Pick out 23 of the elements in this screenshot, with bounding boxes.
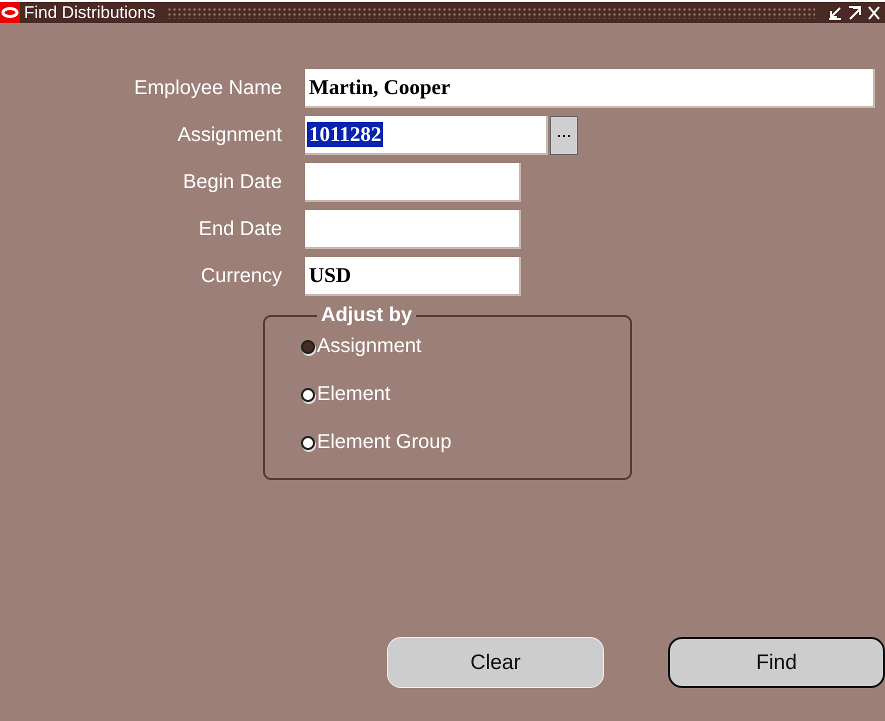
field-label: End Date bbox=[198, 218, 282, 241]
minimize-icon[interactable] bbox=[827, 4, 843, 20]
group-title: Adjust by bbox=[320, 304, 414, 327]
text-field[interactable]: Martin, Cooper bbox=[305, 69, 875, 108]
ellipsis-icon bbox=[558, 134, 570, 138]
dialog-button[interactable]: Find bbox=[668, 637, 885, 688]
radio-option[interactable]: Element bbox=[301, 383, 630, 406]
field-label: Employee Name bbox=[134, 77, 282, 100]
logo-icon bbox=[0, 2, 20, 23]
text-field[interactable]: 1011282 bbox=[305, 116, 548, 155]
dialog-button[interactable]: Clear bbox=[387, 637, 604, 688]
text-field[interactable] bbox=[305, 163, 521, 202]
radio-option[interactable]: Assignment bbox=[301, 335, 630, 358]
field-label: Currency bbox=[200, 265, 282, 288]
list-button[interactable] bbox=[550, 116, 578, 155]
field-label: Begin Date bbox=[183, 171, 282, 194]
text-field[interactable] bbox=[305, 210, 521, 249]
window-title: Find Distributions bbox=[24, 2, 156, 22]
close-icon[interactable] bbox=[867, 4, 881, 20]
radio-option[interactable]: Element Group bbox=[301, 431, 630, 454]
field-label: Assignment bbox=[178, 124, 282, 147]
text-field[interactable]: USD bbox=[305, 257, 521, 296]
maximize-icon[interactable] bbox=[847, 4, 863, 20]
